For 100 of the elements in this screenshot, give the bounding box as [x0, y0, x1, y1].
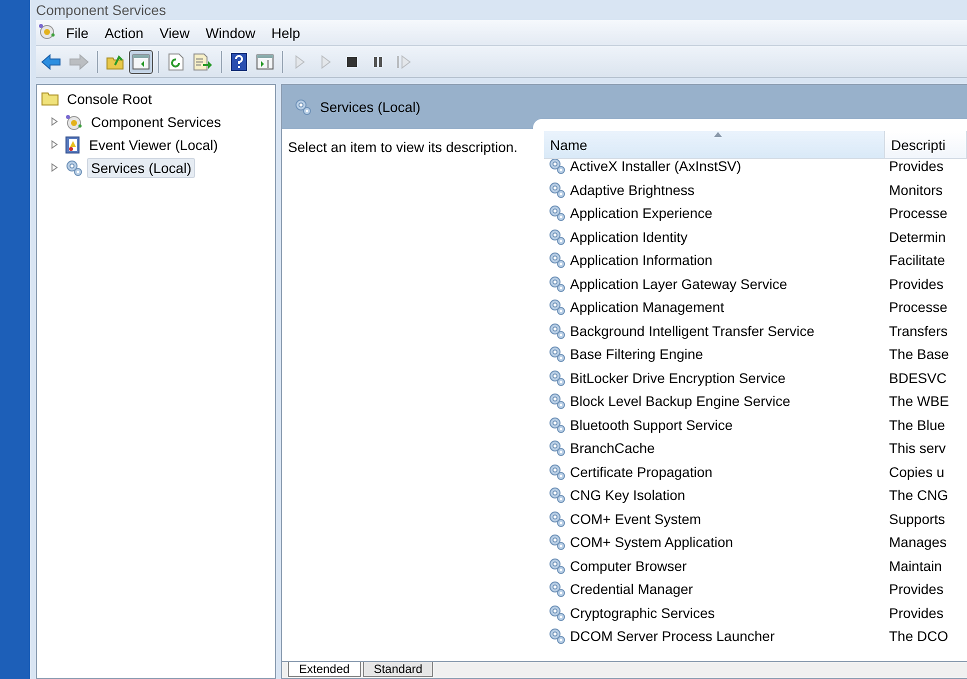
gears-icon: [548, 462, 566, 481]
service-description: The Base: [889, 346, 949, 362]
gears-icon: [548, 228, 566, 246]
service-description: Maintain: [889, 558, 942, 574]
column-header[interactable]: Descripti: [885, 131, 967, 159]
forward-arrow-icon: [69, 54, 89, 70]
service-name: COM+ System Application: [570, 534, 734, 550]
gears-icon: [548, 439, 566, 458]
gears-icon: [548, 251, 566, 270]
help-icon: [231, 52, 247, 70]
service-description: Supports: [889, 510, 946, 527]
expand-arrow-icon[interactable]: [51, 117, 58, 126]
service-name: Application Identity: [570, 228, 688, 245]
service-description: Monitors: [889, 182, 943, 198]
gears-icon: [548, 533, 566, 552]
tree-item[interactable]: Component Services: [87, 112, 225, 132]
menu-item[interactable]: File: [58, 22, 97, 42]
app-icon: [38, 22, 56, 40]
tree-item[interactable]: Services (Local): [87, 158, 196, 178]
service-description: Processe: [889, 299, 948, 316]
stop-icon: [346, 56, 358, 68]
folder-up-icon: [106, 54, 124, 70]
play-icon: [294, 54, 306, 68]
service-name: Application Layer Gateway Service: [570, 276, 788, 292]
service-name: Adaptive Brightness: [570, 182, 695, 198]
service-description: The WBE: [889, 393, 949, 410]
restart-icon: [396, 54, 412, 68]
gears-icon: [548, 368, 566, 387]
gears-icon: [548, 298, 566, 316]
tree-item[interactable]: Console Root: [63, 88, 156, 108]
component-icon: [65, 112, 83, 130]
gears-icon: [548, 157, 566, 176]
gears-icon: [548, 345, 566, 364]
refresh-icon: [168, 52, 184, 70]
menu-item[interactable]: Help: [263, 22, 308, 42]
gears-icon: [548, 510, 566, 528]
gears-icon: [548, 627, 566, 646]
folder-icon: [41, 91, 59, 106]
service-name: Certificate Propagation: [570, 464, 712, 480]
service-name: COM+ Event System: [570, 510, 702, 527]
gears-icon: [548, 580, 566, 598]
service-name: DCOM Server Process Launcher: [570, 628, 775, 644]
expand-arrow-icon[interactable]: [51, 163, 58, 172]
service-description: The CNG: [889, 487, 948, 504]
sort-arrow-icon: [714, 132, 722, 137]
menu-item[interactable]: Action: [96, 22, 152, 42]
window-title: Component Services: [36, 2, 166, 18]
service-name: Credential Manager: [570, 581, 693, 598]
service-name: Computer Browser: [570, 558, 687, 574]
tree-item[interactable]: Event Viewer (Local): [85, 134, 222, 154]
tree-pane-icon: [132, 54, 150, 70]
gears-icon: [294, 98, 312, 116]
service-name: Background Intelligent Transfer Service: [570, 322, 814, 339]
description-text: Select an item to view its description.: [288, 139, 518, 155]
service-description: The Blue: [889, 416, 946, 433]
menu-item[interactable]: Window: [198, 22, 264, 42]
toolbar-button[interactable]: [129, 50, 153, 74]
menu-item[interactable]: View: [151, 22, 198, 42]
service-description: Provides: [889, 276, 944, 292]
service-description: BDESVC: [889, 370, 947, 386]
service-description: Copies u: [889, 464, 944, 480]
service-name: ActiveX Installer (AxInstSV): [570, 158, 742, 174]
service-name: Cryptographic Services: [570, 604, 715, 621]
service-description: Provides: [889, 581, 944, 598]
gears-icon: [548, 204, 566, 222]
service-description: Manages: [889, 534, 947, 550]
service-name: Base Filtering Engine: [570, 346, 704, 362]
back-arrow-icon: [41, 54, 61, 70]
expand-arrow-icon[interactable]: [51, 140, 58, 149]
event-log-icon: [65, 136, 81, 154]
pane-title: Services (Local): [320, 99, 420, 115]
service-description: The DCO: [889, 628, 948, 644]
service-name: CNG Key Isolation: [570, 487, 686, 504]
service-description: Transfers: [889, 322, 948, 339]
column-header[interactable]: Name: [544, 131, 885, 159]
service-description: Provides: [889, 604, 944, 621]
view-tab[interactable]: Extended: [288, 662, 361, 677]
gears-icon: [65, 158, 83, 176]
play-icon: [320, 54, 332, 68]
gears-icon: [548, 274, 566, 293]
service-name: BitLocker Drive Encryption Service: [570, 370, 786, 386]
service-description: Processe: [889, 205, 948, 222]
export-list-icon: [193, 52, 213, 70]
service-name: Application Information: [570, 252, 712, 268]
gears-icon: [548, 486, 566, 504]
action-pane-icon: [256, 54, 274, 70]
pause-icon: [372, 56, 384, 68]
gears-icon: [548, 322, 566, 340]
service-description: Facilitate: [889, 252, 946, 268]
service-name: Application Management: [570, 299, 724, 316]
gears-icon: [548, 556, 566, 575]
gears-icon: [548, 392, 566, 410]
service-description: Provides: [889, 158, 944, 174]
service-name: Application Experience: [570, 205, 712, 222]
view-tab[interactable]: Standard: [362, 662, 434, 677]
gears-icon: [548, 604, 566, 622]
gears-icon: [548, 180, 566, 199]
gears-icon: [548, 416, 566, 434]
service-name: BranchCache: [570, 440, 655, 456]
service-name: Bluetooth Support Service: [570, 416, 733, 433]
